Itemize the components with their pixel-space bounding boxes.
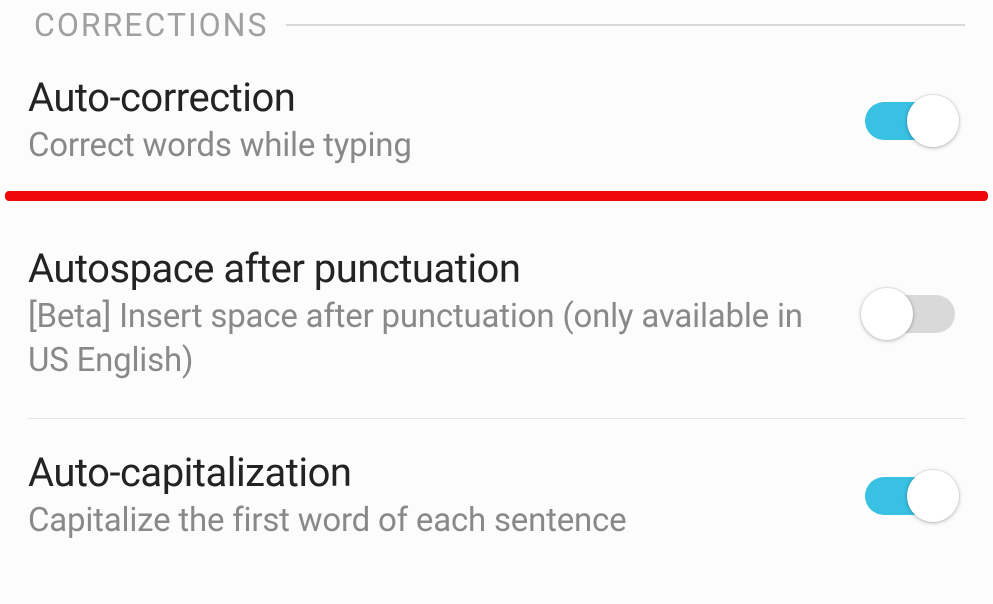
section-divider-line [286,24,965,26]
section-title: CORRECTIONS [34,6,268,44]
setting-subtitle: Correct words while typing [28,124,412,169]
setting-text: Autospace after punctuation [Beta] Inser… [28,245,808,384]
toggle-autospace[interactable] [861,286,959,342]
toggle-thumb [907,470,959,522]
setting-subtitle: [Beta] Insert space after punctuation (o… [28,295,808,384]
toggle-auto-capitalization[interactable] [861,468,959,524]
setting-title: Auto-correction [28,74,412,122]
section-header: CORRECTIONS [0,0,993,46]
setting-row-auto-capitalization[interactable]: Auto-capitalization Capitalize the first… [0,419,993,552]
setting-subtitle: Capitalize the first word of each senten… [28,499,626,544]
highlight-bar [5,191,988,201]
setting-title: Auto-capitalization [28,449,626,497]
setting-text: Auto-correction Correct words while typi… [28,74,412,169]
setting-title: Autospace after punctuation [28,245,808,293]
setting-text: Auto-capitalization Capitalize the first… [28,449,626,544]
setting-row-autospace[interactable]: Autospace after punctuation [Beta] Inser… [0,201,993,418]
setting-row-auto-correction[interactable]: Auto-correction Correct words while typi… [0,46,993,191]
toggle-thumb [907,95,959,147]
toggle-auto-correction[interactable] [861,93,959,149]
toggle-thumb [861,288,913,340]
